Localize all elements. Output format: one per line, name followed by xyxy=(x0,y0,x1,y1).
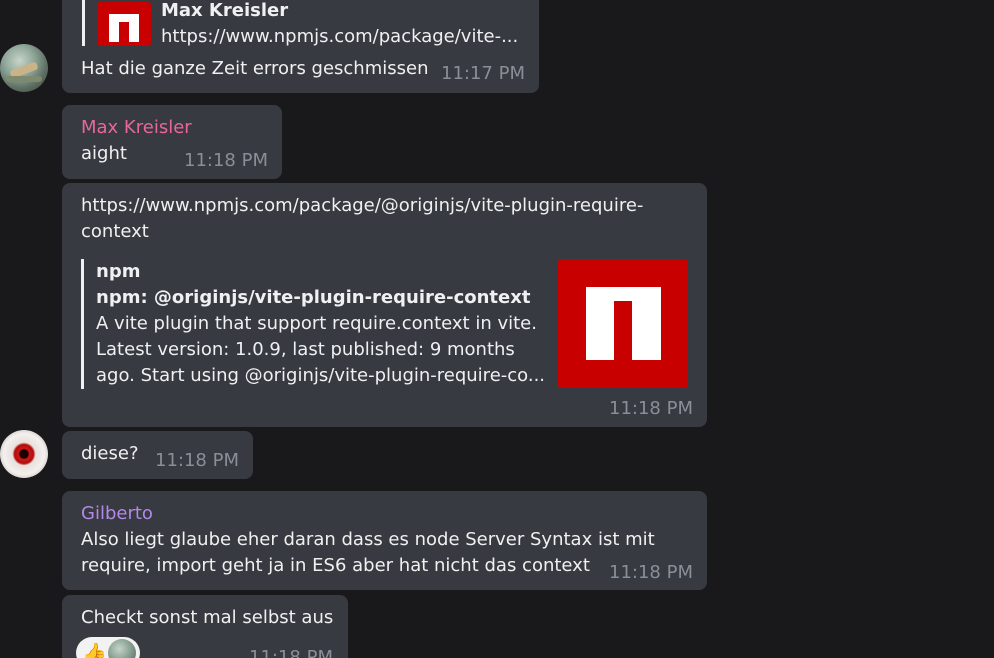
link-preview[interactable]: Max Kreisler https://www.npmjs.com/packa… xyxy=(82,0,522,48)
sender-name[interactable]: Max Kreisler xyxy=(81,115,192,141)
message-link[interactable]: https://www.npmjs.com/package/@originjs/… xyxy=(81,193,643,219)
preview-site: npm xyxy=(96,261,141,282)
reactor-avatar xyxy=(108,639,136,658)
npm-logo-icon xyxy=(97,2,151,46)
message-bubble[interactable]: Gilberto Also liegt glaube eher daran da… xyxy=(62,491,707,590)
thumbs-up-icon: 👍 xyxy=(82,641,107,658)
preview-title: npm: @originjs/vite-plugin-require-conte… xyxy=(96,287,531,308)
message-bubble[interactable]: diese? 11:18 PM xyxy=(62,431,253,479)
npm-logo-icon[interactable] xyxy=(558,259,688,388)
user-avatar[interactable] xyxy=(0,430,48,478)
message-time: 11:18 PM xyxy=(609,398,693,419)
message-time: 11:18 PM xyxy=(249,647,333,658)
message-text: Checkt sonst mal selbst aus xyxy=(81,607,334,628)
message-text: Also liegt glaube eher daran dass es nod… xyxy=(81,529,655,550)
message-time: 11:17 PM xyxy=(441,63,525,84)
preview-description: A vite plugin that support require.conte… xyxy=(96,313,537,334)
preview-url[interactable]: https://www.npmjs.com/package/vite-... xyxy=(161,26,518,48)
message-time: 11:18 PM xyxy=(184,150,268,171)
message-bubble[interactable]: Max Kreisler https://www.npmjs.com/packa… xyxy=(62,0,539,93)
message-bubble[interactable]: Checkt sonst mal selbst aus 👍 11:18 PM xyxy=(62,595,348,658)
chat-view: Max Kreisler https://www.npmjs.com/packa… xyxy=(0,0,994,658)
message-text: require, import geht ja in ES6 aber hat … xyxy=(81,555,590,576)
user-avatar[interactable] xyxy=(0,44,48,92)
sender-name[interactable]: Gilberto xyxy=(81,501,153,527)
reaction-chip[interactable]: 👍 xyxy=(76,637,140,658)
message-text: Hat die ganze Zeit errors geschmissen xyxy=(81,58,429,79)
preview-title: Max Kreisler xyxy=(161,0,289,21)
preview-description: Latest version: 1.0.9, last published: 9… xyxy=(96,339,515,360)
preview-description: ago. Start using @originjs/vite-plugin-r… xyxy=(96,365,546,386)
message-text: aight xyxy=(81,143,127,164)
message-bubble[interactable]: Max Kreisler aight 11:18 PM xyxy=(62,105,282,179)
message-time: 11:18 PM xyxy=(155,450,239,471)
message-time: 11:18 PM xyxy=(609,562,693,583)
message-text: diese? xyxy=(81,443,139,464)
message-bubble[interactable]: https://www.npmjs.com/package/@originjs/… xyxy=(62,183,707,427)
message-link-cont[interactable]: context xyxy=(81,219,149,245)
